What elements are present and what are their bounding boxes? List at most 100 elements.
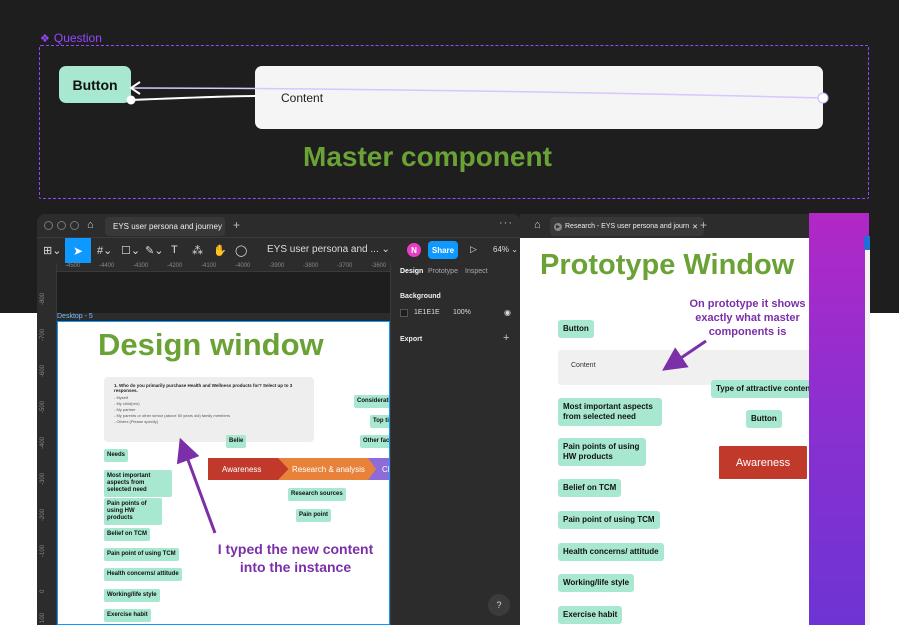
share-button[interactable]: Share [428,241,458,259]
prototype-awareness-stage[interactable]: Awareness [719,446,807,479]
journey-stage-awareness[interactable]: Awareness [208,458,290,480]
play-icon: ▶ [554,222,562,231]
ruler-vtick: 0 [40,589,46,593]
file-name-text: EYS user persona and ... [267,244,379,255]
prototype-window: ⌂ ▶ Research - EYS user persona and jour… [520,214,818,625]
chip-belief[interactable]: Belie [226,435,247,448]
design-toolbar: ⊞⌄ ➤ #⌄ ☐⌄ ✎⌄ T ⁂ ✋ ◯ EYS user persona a… [37,238,521,263]
chip-belief-tcm[interactable]: Belief on TCM [104,528,150,541]
component-set-label[interactable]: ❖ Question [40,31,102,45]
ruler-vtick: -200 [40,508,46,521]
chip-important-aspects[interactable]: Most important aspects from selected nee… [558,398,662,426]
play-icon[interactable]: ▷ [470,244,477,255]
desktop-wallpaper-edge [809,213,869,625]
avatar[interactable]: N [407,243,421,257]
text-tool-icon[interactable]: T [171,244,178,256]
prototype-button-instance[interactable]: Button [558,320,594,338]
tab-design[interactable]: Design [400,268,423,275]
design-window: ⌂ EYS user persona and journey ✕ + ··· ⊞… [37,214,521,625]
ruler-tick: -4500 [65,263,81,269]
journey-stage-research[interactable]: Research & analysis [278,458,382,480]
master-content-variant[interactable]: Content [255,66,823,129]
canvas-background[interactable] [57,272,390,313]
background-heading: Background [400,293,441,300]
ruler-tick: -4400 [99,263,115,269]
chip-exercise-habit[interactable]: Exercise habit [558,606,623,624]
file-tab-title: EYS user persona and journey [113,222,222,231]
plus-icon[interactable]: + [233,218,240,232]
help-icon[interactable]: ? [488,594,510,616]
chip-consideration[interactable]: Consideration [354,395,389,408]
prototype-window-title: Prototype Window [540,249,795,281]
component-icon: ❖ [40,32,50,45]
chip-pain-points-hw[interactable]: Pain points of using HW products [558,438,646,466]
home-icon[interactable]: ⌂ [87,219,94,231]
chip-exercise-habit[interactable]: Exercise habit [104,609,151,622]
ruler-vtick: -600 [40,364,46,377]
ruler-tick: -4000 [235,263,251,269]
chip-pain-point[interactable]: Pain point [296,509,331,522]
background-opacity[interactable]: 100% [453,309,471,316]
ruler-vtick: -300 [40,472,46,485]
plus-icon[interactable]: + [700,218,707,232]
ruler-tick: -4200 [167,263,183,269]
chip-working-lifestyle[interactable]: Working/life style [104,589,160,602]
ruler-vtick: -100 [40,544,46,557]
resources-icon[interactable]: ⁂ [192,244,203,257]
chevron-down-icon: ⌄ [381,244,390,255]
horizontal-ruler: -4500 -4400 -4300 -4200 -4100 -4000 -390… [57,263,390,272]
background-hex[interactable]: 1E1E1E [414,309,440,316]
ruler-tick: -3900 [269,263,285,269]
chip-pain-point-tcm[interactable]: Pain point of using TCM [104,548,179,561]
more-icon[interactable]: ··· [499,217,513,229]
tab-prototype[interactable]: Prototype [428,268,458,275]
window-minimize-dot[interactable] [57,221,66,230]
ruler-tick: -4100 [201,263,217,269]
chip-research-sources[interactable]: Research sources [288,488,346,501]
prototype-tab[interactable]: ▶ Research - EYS user persona and journ … [550,217,704,236]
home-icon[interactable]: ⌂ [534,219,541,231]
design-window-title: Design window [98,327,324,362]
shape-tool-icon[interactable]: ☐⌄ [121,244,140,257]
chip-belief-tcm[interactable]: Belief on TCM [558,479,622,497]
frame-tool-icon[interactable]: #⌄ [97,244,112,257]
window-close-dot[interactable] [44,221,53,230]
chip-working-lifestyle[interactable]: Working/life style [558,574,635,592]
desktop-frame[interactable]: Design window 1. Who do you primarily pu… [57,321,390,625]
background-swatch[interactable] [400,309,408,317]
chip-pain-point-tcm[interactable]: Pain point of using TCM [558,511,660,529]
ruler-vtick: 100 [40,612,46,623]
chip-needs[interactable]: Needs [104,449,129,462]
file-name-dropdown[interactable]: EYS user persona and ... ⌄ [267,244,390,255]
pen-tool-icon[interactable]: ✎⌄ [145,244,163,257]
hand-tool-icon[interactable]: ✋ [213,244,227,257]
file-tab[interactable]: EYS user persona and journey ✕ [105,217,225,236]
comment-icon[interactable]: ◯ [235,244,247,257]
master-component-title: Master component [303,141,552,172]
chip-top-tier[interactable]: Top tier [370,415,389,428]
chip-health-concerns[interactable]: Health concerns/ attitude [104,568,182,581]
master-button-variant[interactable]: Button [59,66,131,103]
question-card-instance[interactable]: 1. Who do you primarily purchase Health … [104,377,314,442]
frame-name-label[interactable]: Desktop - 5 [57,313,93,320]
window-zoom-dot[interactable] [70,221,79,230]
prototype-button-right[interactable]: Button [746,410,782,428]
close-icon[interactable]: ✕ [692,223,698,231]
zoom-dropdown[interactable]: 64% ⌄ [493,245,518,254]
vertical-ruler: -800 -700 -600 -500 -400 -300 -200 -100 … [37,263,57,625]
eye-icon[interactable]: ◉ [504,308,511,317]
chip-health-concerns[interactable]: Health concerns/ attitude [558,543,664,561]
tab-inspect[interactable]: Inspect [465,268,488,275]
chip-pain-points-hw[interactable]: Pain points of using HW products [104,498,162,525]
ruler-tick: -3800 [303,263,319,269]
main-menu-icon[interactable]: ⊞⌄ [43,244,61,257]
ruler-vtick: -700 [40,328,46,341]
move-tool-icon[interactable]: ➤ [65,238,91,263]
chip-attractive-content[interactable]: Type of attractive conten [711,380,816,398]
screenshot-root: ❖ Question Button Content Master compone… [0,0,899,625]
chip-important-aspects[interactable]: Most important aspects from selected nee… [104,470,172,497]
plus-icon[interactable]: + [503,332,509,344]
chip-other-factors[interactable]: Other facto [360,435,389,448]
properties-panel: Design Prototype Inspect Background 1E1E… [390,263,521,625]
export-heading: Export [400,336,423,343]
